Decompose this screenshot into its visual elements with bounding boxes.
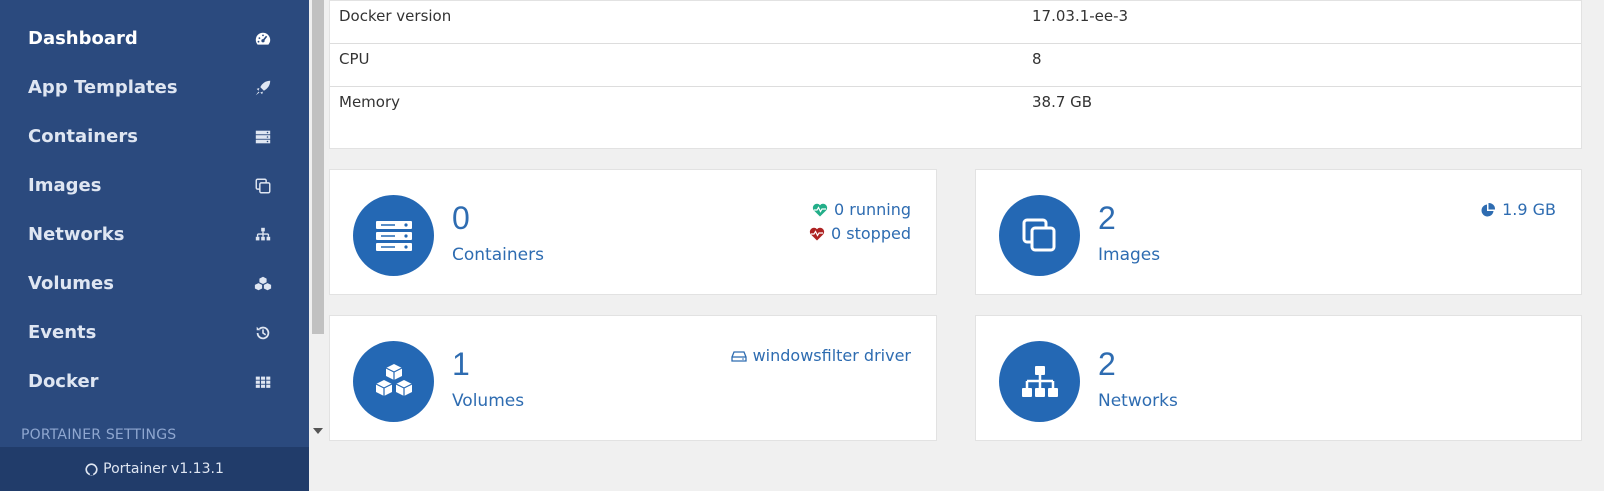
hdd-icon (730, 351, 747, 362)
sidebar-item-label: Volumes (28, 273, 114, 294)
images-size-value: 1.9 GB (1502, 200, 1556, 219)
info-key: CPU (339, 50, 370, 68)
running-count: 0 running (833, 200, 911, 219)
sidebar-item-label: Events (28, 322, 97, 343)
containers-widget[interactable]: 0 Containers 0 running 0 stopped (329, 169, 937, 295)
info-key: Docker version (339, 7, 452, 25)
networks-label: Networks (1098, 391, 1178, 411)
info-value: 17.03.1-ee-3 (1032, 7, 1129, 25)
sidebar-item-label: Networks (28, 224, 125, 245)
networks-widget[interactable]: 2 Networks (975, 315, 1582, 441)
sidebar-item-label: Docker (28, 371, 99, 392)
stopped-count: 0 stopped (831, 224, 911, 243)
node-info-panel: Docker version 17.03.1-ee-3 CPU 8 Memory… (329, 0, 1582, 149)
server-icon (253, 127, 273, 147)
tachometer-icon (253, 29, 273, 49)
sidebar-item-app-templates[interactable]: App Templates (0, 63, 309, 112)
info-value: 38.7 GB (1032, 93, 1093, 111)
sidebar-item-docker[interactable]: Docker (0, 357, 309, 406)
cubes-icon (375, 363, 412, 396)
volumes-driver-status: windowsfilter driver (730, 344, 911, 368)
images-size: 1.9 GB (1480, 198, 1556, 222)
th-icon (253, 372, 273, 392)
networks-count: 2 (1098, 346, 1116, 382)
running-status: 0 running (809, 198, 911, 222)
portainer-settings-heading: PORTAINER SETTINGS (21, 427, 177, 443)
volumes-widget[interactable]: 1 Volumes windowsfilter driver (329, 315, 937, 441)
sidebar-footer: Portainer v1.13.1 (0, 447, 309, 491)
server-icon (375, 220, 412, 251)
images-size-status: 1.9 GB (1480, 198, 1556, 222)
sidebar-scrollbar[interactable] (309, 0, 327, 447)
info-key: Memory (339, 93, 401, 111)
containers-label: Containers (452, 245, 544, 265)
sidebar-item-label: App Templates (28, 77, 178, 98)
sidebar-item-networks[interactable]: Networks (0, 210, 309, 259)
sidebar-item-events[interactable]: Events (0, 308, 309, 357)
sitemap-icon (253, 225, 273, 245)
rocket-icon (253, 78, 273, 98)
sidebar-item-images[interactable]: Images (0, 161, 309, 210)
sidebar-item-volumes[interactable]: Volumes (0, 259, 309, 308)
github-icon (85, 462, 98, 476)
table-row: Memory 38.7 GB (330, 87, 1581, 130)
sitemap-icon (1021, 365, 1058, 397)
sidebar-item-containers[interactable]: Containers (0, 112, 309, 161)
sidebar-item-label: Images (28, 175, 102, 196)
images-label: Images (1098, 245, 1161, 265)
volumes-driver: windowsfilter driver (730, 344, 911, 368)
scrollbar-thumb[interactable] (312, 0, 324, 334)
table-row: CPU 8 (330, 44, 1581, 87)
sidebar-item-dashboard[interactable]: Dashboard (0, 14, 309, 63)
clone-icon (253, 176, 273, 196)
sidebar-item-label: Containers (28, 126, 138, 147)
images-widget[interactable]: 2 Images 1.9 GB (975, 169, 1582, 295)
stopped-status: 0 stopped (809, 222, 911, 246)
cubes-icon (253, 274, 273, 294)
history-icon (253, 323, 273, 343)
containers-count: 0 (452, 200, 470, 236)
heartbeat-icon (812, 203, 828, 217)
networks-badge (999, 341, 1080, 422)
volumes-badge (353, 341, 434, 422)
containers-badge (353, 195, 434, 276)
scroll-down-arrow[interactable] (313, 428, 323, 434)
portainer-version: Portainer v1.13.1 (103, 461, 224, 477)
sidebar: Dashboard App Templates Containers Image… (0, 0, 309, 491)
heartbeat-icon (809, 227, 825, 241)
info-value: 8 (1032, 50, 1042, 68)
volumes-driver-value: windowsfilter driver (752, 346, 911, 365)
clone-icon (1022, 218, 1055, 251)
volumes-label: Volumes (452, 391, 525, 411)
containers-status: 0 running 0 stopped (809, 198, 911, 246)
pie-chart-icon (1481, 202, 1496, 217)
sidebar-item-label: Dashboard (28, 28, 138, 49)
volumes-count: 1 (452, 346, 470, 382)
images-badge (999, 195, 1080, 276)
images-count: 2 (1098, 200, 1116, 236)
table-row: Docker version 17.03.1-ee-3 (330, 1, 1581, 44)
